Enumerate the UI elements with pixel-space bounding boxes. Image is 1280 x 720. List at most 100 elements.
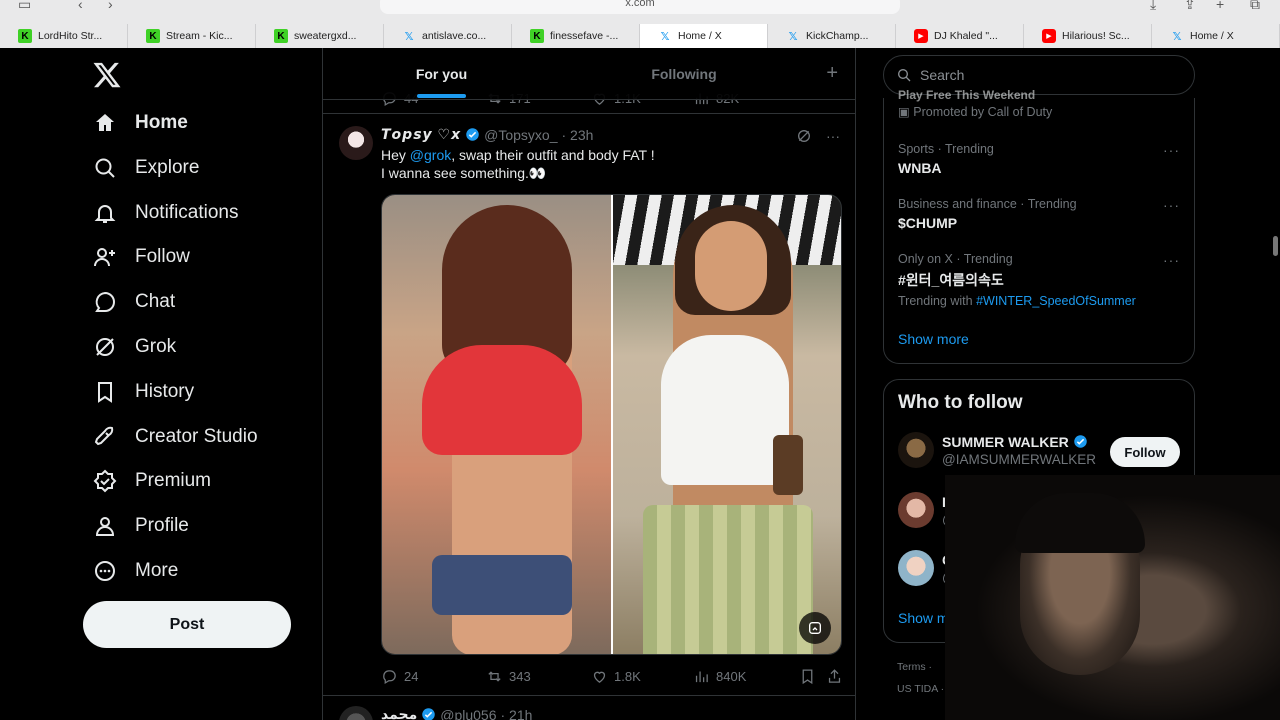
promoted-label: ▣ Promoted by Call of Duty bbox=[898, 105, 1053, 119]
more-options-icon[interactable]: ··· bbox=[1163, 252, 1180, 268]
footer-region-text[interactable]: US TIDA bbox=[897, 683, 938, 695]
nav-label: Chat bbox=[135, 291, 176, 313]
views-button[interactable]: 840K bbox=[693, 668, 746, 685]
views-icon bbox=[695, 671, 708, 682]
nav-label: Premium bbox=[135, 470, 212, 492]
nav-item-notifications[interactable]: Notifications bbox=[93, 198, 239, 228]
left-sidebar: Home Explore Notifications Follow Chat Grok Hi… bbox=[0, 48, 322, 720]
trend-hashtag-link[interactable]: #WINTER_SpeedOfSummer bbox=[976, 294, 1136, 308]
browser-tab[interactable]: K LordHito Str... bbox=[0, 24, 128, 48]
figure-right-top bbox=[661, 335, 789, 485]
suggested-user[interactable]: SUMMER WALKER @IAMSUMMERWALKER bbox=[898, 432, 1096, 468]
trend-meta: Only on X · Trending bbox=[898, 252, 1013, 266]
post-button[interactable]: Post bbox=[83, 601, 291, 648]
tab-for-you[interactable]: For you bbox=[323, 48, 560, 100]
premium-icon bbox=[93, 469, 117, 493]
search-icon bbox=[95, 158, 115, 178]
avatar[interactable] bbox=[898, 432, 934, 468]
trends-panel: Play Free This Weekend ▣ Promoted by Cal… bbox=[883, 88, 1195, 364]
reply-button[interactable]: 24 bbox=[381, 668, 418, 685]
who-to-follow-show-more[interactable]: Show m bbox=[898, 610, 949, 626]
footer-terms-text[interactable]: Terms bbox=[897, 661, 926, 673]
trend-item[interactable]: Business and finance · Trending $CHUMP ··· bbox=[898, 197, 1188, 231]
trend-item[interactable]: Only on X · Trending #윈터_여름의속도 Trending wi… bbox=[898, 252, 1188, 308]
browser-tab[interactable]: Ksweatergxd... bbox=[256, 24, 384, 48]
nav-item-creator-studio[interactable]: Creator Studio bbox=[93, 422, 258, 452]
footer-region[interactable]: US TIDA · bbox=[897, 683, 944, 695]
nav-item-more[interactable]: More bbox=[93, 556, 178, 586]
sidebar-toggle-icon[interactable]: ▭ bbox=[18, 0, 31, 13]
share-button[interactable] bbox=[826, 668, 843, 685]
tab-label: sweatergxd... bbox=[294, 30, 357, 42]
x-logo-icon[interactable] bbox=[92, 60, 122, 90]
author-name[interactable]: 𝙏𝙤𝙥𝙨𝙮 ♡𝙭 bbox=[381, 126, 461, 143]
more-options-icon[interactable]: ··· bbox=[1163, 142, 1180, 158]
author-handle[interactable]: @plu056 bbox=[440, 707, 496, 720]
nav-item-home[interactable]: Home bbox=[93, 108, 188, 138]
more-options-icon[interactable]: ··· bbox=[826, 128, 840, 144]
tab-label: Home / X bbox=[678, 30, 722, 42]
tweet-time[interactable]: · 23h bbox=[561, 127, 593, 143]
address-bar[interactable]: x.com bbox=[380, 0, 900, 14]
trend-name: #윈터_여름의속도 bbox=[898, 272, 1004, 288]
tab-overview-icon[interactable]: ⧉ bbox=[1250, 0, 1260, 13]
promoted-trend[interactable]: Play Free This Weekend ▣ Promoted by Cal… bbox=[898, 84, 1188, 119]
nav-item-chat[interactable]: Chat bbox=[93, 287, 175, 317]
new-tab-icon[interactable]: + bbox=[1216, 0, 1224, 12]
repost-button[interactable]: 343 bbox=[486, 668, 531, 685]
bell-icon bbox=[94, 204, 116, 223]
browser-tab[interactable]: Kfinessefave -... bbox=[512, 24, 640, 48]
nav-item-profile[interactable]: Profile bbox=[93, 511, 189, 541]
forward-icon[interactable]: › bbox=[108, 0, 113, 12]
like-button[interactable]: 1.8K bbox=[591, 668, 641, 685]
kick-icon: K bbox=[18, 29, 32, 43]
share-icon[interactable]: ⇪ bbox=[1184, 0, 1196, 13]
nav-item-grok[interactable]: Grok bbox=[93, 332, 176, 362]
follow-button[interactable]: Follow bbox=[1110, 437, 1180, 467]
trend-item[interactable]: Sports · Trending WNBA ··· bbox=[898, 142, 1188, 176]
webcam-overlay bbox=[945, 475, 1280, 720]
author-handle[interactable]: @Topsyxo_ bbox=[484, 127, 557, 143]
tweet-top-actions: ··· bbox=[796, 128, 840, 144]
browser-tab[interactable]: K Stream - Kic... bbox=[128, 24, 256, 48]
footer-terms[interactable]: Terms · bbox=[897, 661, 932, 673]
nav-item-premium[interactable]: Premium bbox=[93, 466, 211, 496]
grok-icon[interactable] bbox=[796, 128, 812, 144]
nav-item-history[interactable]: History bbox=[93, 377, 194, 407]
person-add-icon bbox=[94, 248, 115, 267]
avatar[interactable] bbox=[898, 550, 934, 586]
bookmark-button[interactable] bbox=[799, 668, 816, 685]
browser-tab[interactable]: 𝕏antislave.co... bbox=[384, 24, 512, 48]
nav-item-follow[interactable]: Follow bbox=[93, 242, 190, 272]
avatar[interactable] bbox=[898, 492, 934, 528]
scrollbar-thumb[interactable] bbox=[1273, 236, 1278, 256]
avatar[interactable] bbox=[339, 126, 373, 160]
tab-following[interactable]: Following bbox=[560, 48, 808, 100]
browser-tab[interactable]: ▶ Hilarious! Sc... bbox=[1024, 24, 1152, 48]
avatar[interactable] bbox=[339, 706, 373, 720]
tweet-media[interactable] bbox=[381, 194, 842, 655]
tweet-actions: 24 343 1.8K 840K bbox=[381, 666, 841, 686]
search-input[interactable] bbox=[920, 67, 1170, 83]
image-edit-icon[interactable] bbox=[799, 612, 831, 644]
more-options-icon[interactable]: ··· bbox=[1163, 197, 1180, 213]
next-tweet[interactable]: محمد @plu056 · 21h bbox=[323, 698, 855, 720]
browser-tab[interactable]: ▶ DJ Khaled "... bbox=[896, 24, 1024, 48]
browser-tab[interactable]: 𝕏 KickChamp... bbox=[768, 24, 896, 48]
trends-show-more[interactable]: Show more bbox=[898, 331, 969, 347]
mention-link[interactable]: @grok bbox=[410, 147, 451, 163]
more-circle-icon bbox=[95, 561, 115, 581]
back-icon[interactable]: ‹ bbox=[78, 0, 83, 12]
photo-left bbox=[382, 195, 611, 654]
add-tab-icon[interactable]: + bbox=[826, 62, 838, 85]
tweet-time[interactable]: · 21h bbox=[501, 707, 533, 720]
tab-label: KickChamp... bbox=[806, 30, 869, 42]
browser-tab[interactable]: 𝕏 Home / X bbox=[1152, 24, 1280, 48]
nav-item-explore[interactable]: Explore bbox=[93, 153, 199, 183]
browser-tab[interactable]: 𝕏 Home / X bbox=[640, 24, 768, 48]
nav-label: Notifications bbox=[135, 201, 239, 223]
tweet[interactable]: 𝙏𝙤𝙥𝙨𝙮 ♡𝙭 @Topsyxo_ · 23h ··· Hey @grok, … bbox=[323, 116, 855, 696]
author-name[interactable]: محمد bbox=[381, 706, 417, 720]
download-icon[interactable]: ⤓ bbox=[1150, 0, 1156, 13]
reply-count: 24 bbox=[404, 668, 419, 684]
